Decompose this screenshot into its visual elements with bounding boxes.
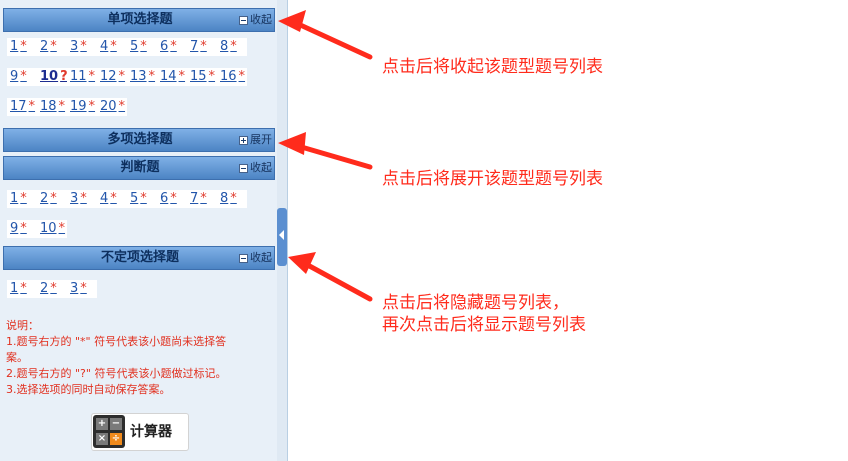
callout-text: 点击后将隐藏题号列表， [382,293,569,313]
callout-hide-list: 点击后将隐藏题号列表， 再次点击后将显示题号列表 [382,292,586,336]
callout-collapse: 点击后将收起该题型题号列表 [382,56,603,78]
arrow-2 [278,132,373,170]
callout-text: 点击后将收起该题型题号列表 [382,57,603,77]
callout-text: 再次点击后将显示题号列表 [382,315,586,335]
callout-expand: 点击后将展开该题型题号列表 [382,168,603,190]
arrow-1 [278,10,373,60]
callout-text: 点击后将展开该题型题号列表 [382,169,603,189]
arrow-3 [288,252,373,302]
